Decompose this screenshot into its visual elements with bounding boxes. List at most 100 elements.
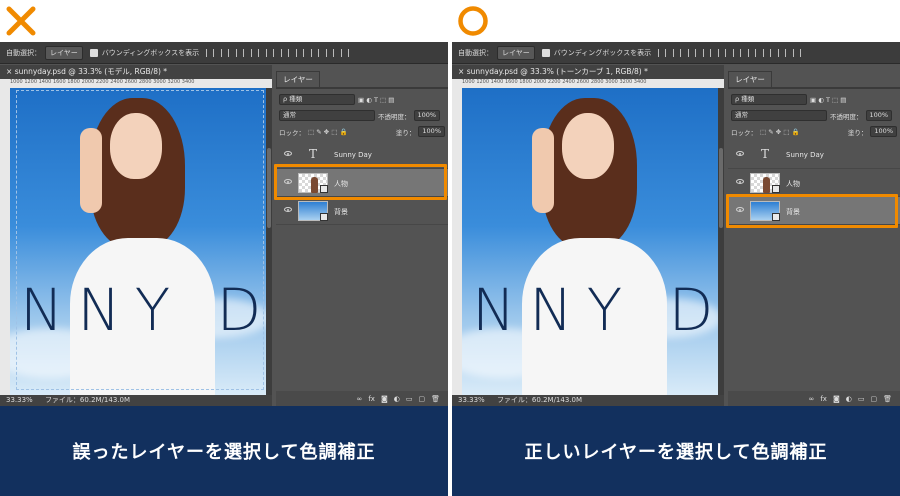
eye-icon[interactable] [736, 151, 744, 156]
align-icon[interactable] [673, 48, 682, 57]
blend-mode-select[interactable]: 通常 [279, 110, 375, 121]
kind-filter[interactable]: ρ 種類 [731, 94, 807, 105]
layer-name: Sunny Day [786, 151, 824, 159]
align-icon[interactable] [688, 48, 697, 57]
opacity-value[interactable]: 100% [865, 110, 893, 121]
bounding-box[interactable] [16, 90, 264, 390]
bounding-box-label: バウンディングボックスを表示 [101, 48, 200, 57]
mask-icon[interactable]: ◙ [833, 395, 840, 403]
link-icon[interactable]: ∞ [809, 395, 815, 403]
distribute-icon[interactable] [778, 48, 787, 57]
auto-select-dropdown[interactable]: レイヤー [497, 45, 535, 60]
layer-filter-row: ρ 種類 ▣ ◐ T ⬚ ▤ [731, 93, 897, 106]
align-icon[interactable] [266, 48, 275, 57]
file-size: ファイル：60.2M/143.0M [496, 396, 583, 404]
distribute-icon[interactable] [296, 48, 305, 57]
eye-icon[interactable] [284, 207, 292, 212]
lock-row: ロック： ⬚ ✎ ✥ ⬚ 🔒 塗り： 100% [279, 125, 445, 138]
filter-icons[interactable]: ▣ ◐ T ⬚ ▤ [810, 96, 846, 104]
filter-icons[interactable]: ▣ ◐ T ⬚ ▤ [358, 96, 394, 104]
image-canvas[interactable]: NNY D [462, 88, 718, 395]
align-icon[interactable] [206, 48, 215, 57]
layers-footer: ∞ fx ◙ ◐ ▭ ▢ 🗑 [276, 391, 448, 406]
opacity-value[interactable]: 100% [413, 110, 441, 121]
align-icon[interactable] [236, 48, 245, 57]
blend-mode-select[interactable]: 通常 [731, 110, 827, 121]
align-icon[interactable] [703, 48, 712, 57]
tab-layers[interactable]: レイヤー [276, 71, 320, 87]
align-icon[interactable] [221, 48, 230, 57]
folder-icon[interactable]: ▭ [858, 395, 865, 403]
distribute-icon[interactable] [341, 48, 350, 57]
mask-icon[interactable]: ◙ [381, 395, 388, 403]
distribute-icon[interactable] [793, 48, 802, 57]
link-icon[interactable]: ∞ [357, 395, 363, 403]
fill-label: 塗り： [395, 128, 416, 137]
zoom-level[interactable]: 33.33% [458, 396, 485, 404]
canvas-text: NNY D [472, 276, 718, 344]
vertical-scrollbar[interactable] [266, 88, 272, 395]
align-icon[interactable] [251, 48, 260, 57]
layers-footer: ∞ fx ◙ ◐ ▭ ▢ 🗑 [728, 391, 900, 406]
tab-layers[interactable]: レイヤー [728, 71, 772, 87]
caption: 正しいレイヤーを選択して色調補正 [452, 406, 900, 496]
fill-value[interactable]: 100% [418, 126, 445, 137]
ruler-labels: 1000 1200 1400 1600 1800 2000 2200 2400 … [462, 79, 647, 85]
adjustment-icon[interactable]: ◐ [394, 395, 400, 403]
close-icon[interactable]: × [458, 67, 464, 76]
options-bar: 自動選択： レイヤー バウンディングボックスを表示 [452, 42, 900, 64]
layer-filter-row: ρ 種類 ▣ ◐ T ⬚ ▤ [279, 93, 445, 106]
document-tab[interactable]: × sunnyday.psd @ 33.3% (トーンカーブ 1, RGB/8)… [452, 65, 724, 79]
fill-value[interactable]: 100% [870, 126, 897, 137]
layer-background[interactable]: 背景 [276, 197, 448, 225]
layer-text[interactable]: T Sunny Day [728, 141, 900, 169]
status-bar: 33.33% ファイル：60.2M/143.0M [0, 395, 272, 406]
document-title: sunnyday.psd @ 33.3% (トーンカーブ 1, RGB/8) * [466, 67, 648, 76]
new-layer-icon[interactable]: ▢ [418, 395, 425, 403]
adjustment-icon[interactable]: ◐ [846, 395, 852, 403]
folder-icon[interactable]: ▭ [406, 395, 413, 403]
bounding-box-checkbox[interactable] [541, 48, 550, 57]
distribute-icon[interactable] [748, 48, 757, 57]
auto-select-dropdown[interactable]: レイヤー [45, 45, 83, 60]
align-icon[interactable] [718, 48, 727, 57]
align-icon[interactable] [281, 48, 290, 57]
layers-panel: レイヤー ρ 種類 ▣ ◐ T ⬚ ▤ 通常 不透明度： 100% ロック： ⬚… [276, 71, 448, 406]
auto-select-label: 自動選択： [6, 48, 41, 57]
align-icon[interactable] [658, 48, 667, 57]
blend-row: 通常 不透明度： 100% [731, 109, 897, 122]
vertical-ruler [452, 79, 462, 395]
new-layer-icon[interactable]: ▢ [870, 395, 877, 403]
layer-person[interactable]: 人物 [728, 169, 900, 197]
lock-icons[interactable]: ⬚ ✎ ✥ ⬚ 🔒 [308, 128, 348, 136]
photoshop-window: 自動選択： レイヤー バウンディングボックスを表示 × sunnyday.psd… [452, 42, 900, 406]
layer-name: Sunny Day [334, 151, 372, 159]
eye-icon[interactable] [736, 179, 744, 184]
document-tab[interactable]: × sunnyday.psd @ 33.3% (モデル, RGB/8) * [0, 65, 272, 79]
distribute-icon[interactable] [311, 48, 320, 57]
status-bar: 33.33% ファイル：60.2M/143.0M [452, 395, 724, 406]
bounding-box-checkbox[interactable] [89, 48, 98, 57]
auto-select-label: 自動選択： [458, 48, 493, 57]
kind-filter[interactable]: ρ 種類 [279, 94, 355, 105]
zoom-level[interactable]: 33.33% [6, 396, 33, 404]
close-icon[interactable]: × [6, 67, 12, 76]
lock-label: ロック： [279, 128, 305, 137]
highlight-box [274, 164, 447, 200]
text-layer-icon: T [309, 147, 318, 161]
layer-name: 人物 [786, 180, 800, 188]
fx-icon[interactable]: fx [820, 395, 827, 403]
highlight-box [726, 194, 898, 228]
align-icon[interactable] [733, 48, 742, 57]
eye-icon[interactable] [284, 151, 292, 156]
image-canvas[interactable]: NNY D [10, 88, 266, 395]
wrong-example-panel: 自動選択： レイヤー バウンディングボックスを表示 × sunnyday.psd… [0, 0, 448, 496]
fx-icon[interactable]: fx [368, 395, 375, 403]
distribute-icon[interactable] [326, 48, 335, 57]
text-layer-icon: T [761, 147, 770, 161]
trash-icon[interactable]: 🗑 [883, 395, 892, 403]
trash-icon[interactable]: 🗑 [431, 395, 440, 403]
distribute-icon[interactable] [763, 48, 772, 57]
vertical-scrollbar[interactable] [718, 88, 724, 395]
lock-icons[interactable]: ⬚ ✎ ✥ ⬚ 🔒 [760, 128, 800, 136]
